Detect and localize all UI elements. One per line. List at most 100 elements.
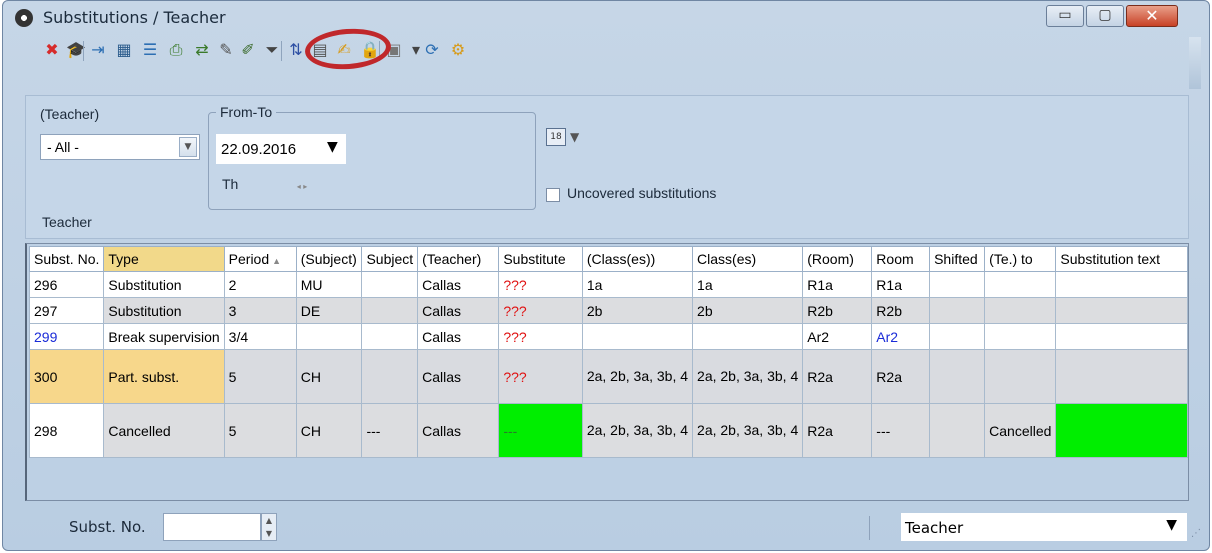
table-cell[interactable] — [984, 297, 1057, 324]
column-header[interactable]: (Class(es)) — [581, 246, 694, 272]
table-cell[interactable]: 1a — [692, 271, 804, 298]
table-cell[interactable] — [929, 323, 986, 350]
table-cell[interactable]: 3/4 — [223, 323, 297, 350]
column-header[interactable]: Subst. No. — [28, 246, 105, 272]
table-row[interactable]: 296 Substitution 2 MU Callas??? 1a 1a R1a R1a — [28, 271, 1188, 298]
table-cell[interactable]: R2a — [871, 349, 931, 404]
table-cell[interactable]: R2a — [802, 403, 873, 458]
table-cell[interactable]: --- — [498, 403, 583, 458]
table-cell[interactable]: ??? — [498, 297, 583, 324]
date-dropdown-icon[interactable]: ▼ — [327, 139, 338, 155]
resize-grip-icon[interactable]: ⋰ — [1191, 528, 1201, 539]
column-header[interactable]: Substitute — [498, 246, 583, 272]
table-cell[interactable]: 300 — [28, 349, 105, 404]
table-cell[interactable]: 297 — [28, 297, 105, 324]
table-row[interactable]: 298 Cancelled 5 CH --- Callas --- 2a, 2b, 3a, 3… — [28, 403, 1188, 458]
table-cell[interactable]: 2a, 2b, 3a, 3b, 4 — [581, 349, 694, 404]
table-cell[interactable]: 3 — [223, 297, 297, 324]
table-cell[interactable]: 5 — [223, 349, 297, 404]
export-button[interactable]: ⇄ — [191, 39, 213, 61]
close-button[interactable]: ✕ — [1126, 5, 1178, 27]
teacher-filter-combo[interactable]: - All - ▼ — [40, 134, 200, 160]
table-cell[interactable]: --- — [361, 403, 419, 458]
table-cell[interactable]: MU — [295, 271, 363, 298]
table-cell[interactable]: DE — [295, 297, 363, 324]
table-cell[interactable]: Ar2 — [802, 323, 873, 350]
table-cell[interactable]: 299 — [28, 323, 105, 350]
column-header[interactable]: Substitution text — [1055, 246, 1188, 272]
table-cell[interactable] — [929, 297, 986, 324]
delete-button[interactable]: ✖ — [41, 39, 63, 61]
table-cell[interactable] — [361, 271, 419, 298]
funnel-button[interactable]: ⏷ — [261, 39, 283, 61]
table-cell[interactable]: 2a, 2b, 3a, 3b, 4 — [692, 349, 804, 404]
list-button[interactable]: ☰ — [139, 39, 161, 61]
table-cell[interactable]: R1a — [802, 271, 873, 298]
table-cell[interactable] — [692, 323, 804, 350]
column-header[interactable]: Period ▲ — [223, 246, 297, 272]
refresh-button[interactable]: ⟳ — [421, 39, 443, 61]
table-cell[interactable] — [984, 323, 1057, 350]
date-picker[interactable]: 22.09.2016 ▼ — [216, 134, 346, 164]
table-cell[interactable]: R1a — [871, 271, 931, 298]
chevron-down-icon[interactable]: ▼ — [179, 137, 197, 157]
table-cell[interactable] — [984, 271, 1057, 298]
column-header[interactable]: (Room) — [802, 246, 873, 272]
table-cell[interactable]: R2b — [871, 297, 931, 324]
table-row[interactable]: 299 Break supervision 3/4 Callas??? Ar2 Ar2 — [28, 323, 1188, 350]
table-cell[interactable]: --- — [871, 403, 931, 458]
table-cell[interactable] — [1055, 297, 1188, 324]
table-cell[interactable]: CH — [295, 403, 363, 458]
column-header[interactable]: Class(es) — [692, 246, 804, 272]
table-cell[interactable] — [361, 323, 419, 350]
table-cell[interactable]: Callas — [417, 323, 500, 350]
auto-substitution-button[interactable]: ✐ — [237, 39, 259, 61]
table-cell[interactable]: Substitution — [103, 297, 225, 324]
table-cell[interactable]: 2 — [223, 271, 297, 298]
table-row[interactable]: 300 Part. subst. 5 CH Callas??? 2a, 2b, 3a, 3… — [28, 349, 1188, 404]
table-row[interactable]: 297 Substitution 3 DE Callas??? 2b 2b R2b R2b — [28, 297, 1188, 324]
table-cell[interactable]: 5 — [223, 403, 297, 458]
sort-button[interactable]: ⇅ — [285, 39, 307, 61]
table-cell[interactable] — [984, 349, 1057, 404]
subst-no-input[interactable] — [163, 513, 261, 541]
table-cell[interactable] — [1055, 403, 1188, 458]
view-selector[interactable]: Teacher ▼ — [901, 513, 1187, 541]
table-cell[interactable] — [929, 349, 986, 404]
table-cell[interactable]: Substitution — [103, 271, 225, 298]
table-cell[interactable]: 296 — [28, 271, 105, 298]
calendar-button[interactable]: 18 ▼ — [546, 126, 596, 152]
column-header[interactable]: Type — [103, 246, 225, 272]
table-cell[interactable]: R2b — [802, 297, 873, 324]
table-cell[interactable]: Part. subst. — [103, 349, 225, 404]
toolbar-overflow-grip[interactable] — [1189, 37, 1201, 89]
table-cell[interactable]: Break supervision — [103, 323, 225, 350]
table-cell[interactable]: 1a — [581, 271, 694, 298]
table-cell[interactable]: Callas — [417, 349, 500, 404]
table-cell[interactable] — [1055, 271, 1188, 298]
table-cell[interactable]: R2a — [802, 349, 873, 404]
date-spin-arrows-icon[interactable]: ◂ ▸ — [290, 182, 314, 196]
column-header[interactable]: Subject — [361, 246, 419, 272]
table-cell[interactable] — [581, 323, 694, 350]
filter-pen-button[interactable]: ✎ — [215, 39, 237, 61]
table-cell[interactable]: 298 — [28, 403, 105, 458]
title-bar[interactable]: Substitutions / Teacher ▭ ▢ ✕ — [3, 1, 1209, 35]
column-header[interactable]: Shifted — [929, 246, 986, 272]
column-header[interactable]: (Subject) — [295, 246, 363, 272]
maximize-button[interactable]: ▢ — [1086, 5, 1124, 27]
table-cell[interactable]: CH — [295, 349, 363, 404]
chevron-down-icon[interactable]: ▼ — [1166, 517, 1177, 533]
table-cell[interactable]: ??? — [498, 349, 583, 404]
table-cell[interactable] — [1055, 349, 1188, 404]
table-cell[interactable]: Callas — [417, 271, 500, 298]
table-cell[interactable] — [929, 271, 986, 298]
table-cell[interactable]: 2a, 2b, 3a, 3b, 4 — [692, 403, 804, 458]
table-cell[interactable]: Cancelled — [984, 403, 1057, 458]
table-cell[interactable] — [361, 349, 419, 404]
minimize-button[interactable]: ▭ — [1046, 5, 1084, 27]
table-cell[interactable] — [929, 403, 986, 458]
table-cell[interactable]: Callas — [417, 403, 500, 458]
table-cell[interactable]: Ar2 — [871, 323, 931, 350]
table-cell[interactable]: 2b — [692, 297, 804, 324]
